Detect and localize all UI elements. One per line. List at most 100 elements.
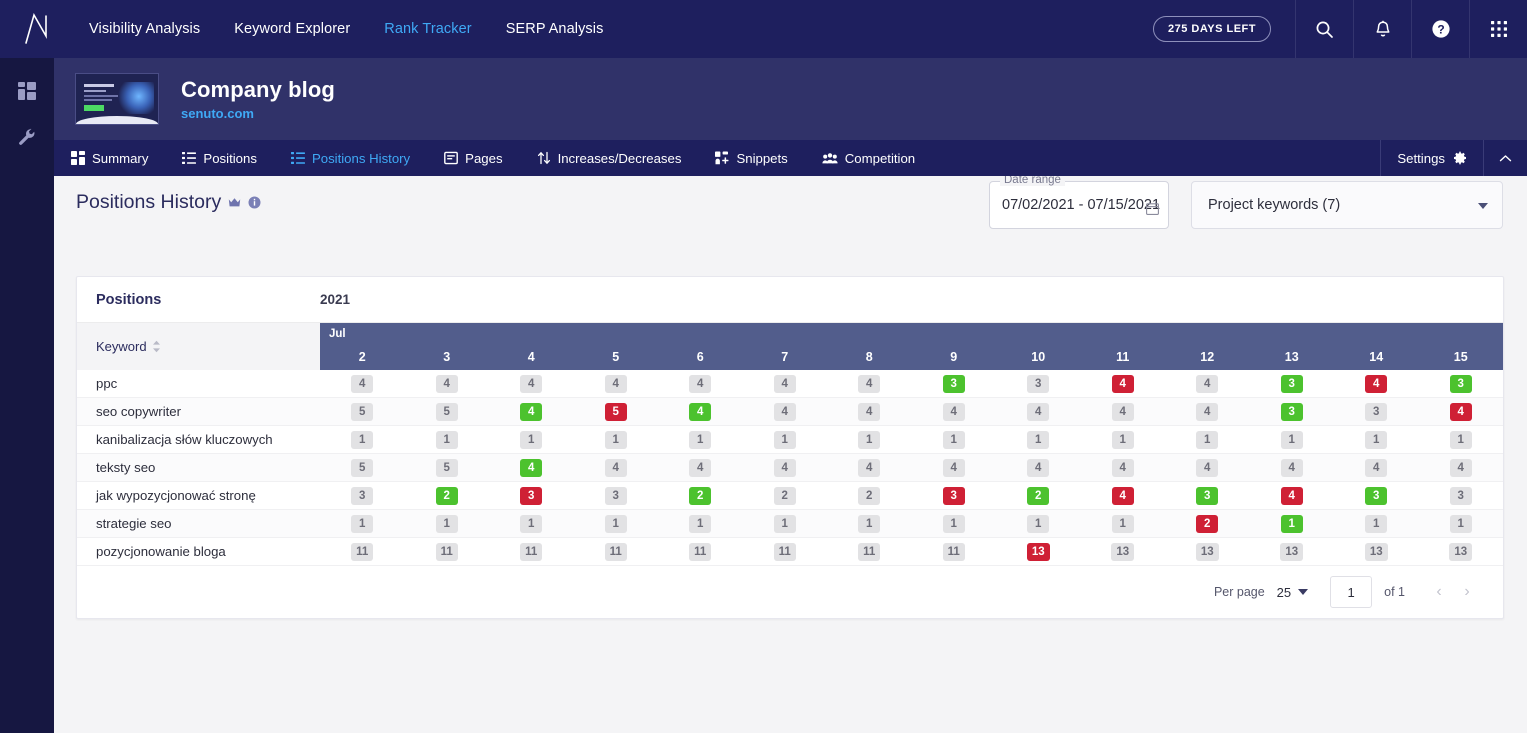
position-cell[interactable]: 2 [996, 482, 1081, 509]
position-cell[interactable]: 5 [574, 398, 659, 425]
position-cell[interactable]: 1 [320, 426, 405, 453]
position-cell[interactable]: 5 [405, 398, 490, 425]
position-cell[interactable]: 11 [489, 538, 574, 565]
position-cell[interactable]: 11 [743, 538, 828, 565]
nav-link-serp-analysis[interactable]: SERP Analysis [489, 0, 621, 58]
position-cell[interactable]: 4 [1334, 370, 1419, 397]
position-cell[interactable]: 4 [827, 398, 912, 425]
position-cell[interactable]: 4 [1165, 454, 1250, 481]
table-row[interactable]: teksty seo 5 5 4 4 4 4 4 4 4 4 4 4 4 4 [77, 454, 1503, 482]
position-cell[interactable]: 4 [658, 370, 743, 397]
table-row[interactable]: kanibalizacja słów kluczowych 1 1 1 1 1 1 1 1 1 1 1… [77, 426, 1503, 454]
search-button[interactable] [1295, 0, 1353, 58]
position-cell[interactable]: 1 [827, 510, 912, 537]
tab-summary[interactable]: Summary [54, 140, 165, 176]
position-cell[interactable]: 3 [1250, 370, 1335, 397]
position-cell[interactable]: 1 [1334, 510, 1419, 537]
table-row[interactable]: seo copywriter 5 5 4 5 4 4 4 4 4 4 4 3 3 4 [77, 398, 1503, 426]
position-cell[interactable]: 1 [658, 426, 743, 453]
position-cell[interactable]: 4 [1419, 398, 1504, 425]
position-cell[interactable]: 13 [1419, 538, 1504, 565]
date-range-picker[interactable]: Date range 07/02/2021 - 07/15/2021 [989, 176, 1169, 229]
position-cell[interactable]: 1 [489, 510, 574, 537]
position-cell[interactable]: 5 [405, 454, 490, 481]
position-cell[interactable]: 1 [996, 426, 1081, 453]
apps-button[interactable] [1469, 0, 1527, 58]
position-cell[interactable]: 4 [1250, 482, 1335, 509]
position-cell[interactable]: 4 [405, 370, 490, 397]
position-cell[interactable]: 4 [658, 398, 743, 425]
position-cell[interactable]: 4 [1165, 398, 1250, 425]
position-cell[interactable]: 3 [996, 370, 1081, 397]
position-cell[interactable]: 2 [405, 482, 490, 509]
position-cell[interactable]: 1 [912, 510, 997, 537]
position-cell[interactable]: 4 [658, 454, 743, 481]
position-cell[interactable]: 1 [996, 510, 1081, 537]
position-cell[interactable]: 13 [996, 538, 1081, 565]
position-cell[interactable]: 11 [320, 538, 405, 565]
help-button[interactable]: ? [1411, 0, 1469, 58]
nav-link-keyword-explorer[interactable]: Keyword Explorer [217, 0, 367, 58]
position-cell[interactable]: 1 [1250, 510, 1335, 537]
table-row[interactable]: ppc 4 4 4 4 4 4 4 3 3 4 4 3 4 3 [77, 370, 1503, 398]
position-cell[interactable]: 1 [405, 510, 490, 537]
position-cell[interactable]: 4 [743, 370, 828, 397]
position-cell[interactable]: 1 [574, 426, 659, 453]
position-cell[interactable]: 11 [658, 538, 743, 565]
tab-pages[interactable]: Pages [427, 140, 519, 176]
keyword-group-select[interactable]: Project keywords (7) [1191, 181, 1503, 229]
position-cell[interactable]: 4 [996, 398, 1081, 425]
position-cell[interactable]: 1 [320, 510, 405, 537]
notifications-button[interactable] [1353, 0, 1411, 58]
position-cell[interactable]: 3 [1419, 370, 1504, 397]
senuto-logo[interactable] [0, 0, 72, 58]
position-cell[interactable]: 3 [1250, 398, 1335, 425]
position-cell[interactable]: 11 [912, 538, 997, 565]
tab-increases-decreases[interactable]: Increases/Decreases [520, 140, 699, 176]
project-domain-link[interactable]: senuto.com [181, 106, 335, 121]
position-cell[interactable]: 1 [743, 510, 828, 537]
position-cell[interactable]: 13 [1334, 538, 1419, 565]
position-cell[interactable]: 4 [743, 454, 828, 481]
position-cell[interactable]: 4 [489, 454, 574, 481]
sort-icon[interactable] [152, 340, 161, 353]
position-cell[interactable]: 1 [912, 426, 997, 453]
position-cell[interactable]: 1 [489, 426, 574, 453]
position-cell[interactable]: 11 [574, 538, 659, 565]
position-cell[interactable]: 4 [912, 454, 997, 481]
position-cell[interactable]: 3 [1334, 482, 1419, 509]
position-cell[interactable]: 5 [320, 454, 405, 481]
tab-competition[interactable]: Competition [805, 140, 932, 176]
position-cell[interactable]: 4 [827, 370, 912, 397]
position-cell[interactable]: 1 [1081, 426, 1166, 453]
position-cell[interactable]: 1 [827, 426, 912, 453]
settings-button[interactable]: Settings [1380, 140, 1483, 176]
position-cell[interactable]: 13 [1250, 538, 1335, 565]
position-cell[interactable]: 2 [658, 482, 743, 509]
calendar-icon[interactable] [1146, 202, 1159, 215]
position-cell[interactable]: 5 [320, 398, 405, 425]
position-cell[interactable]: 2 [743, 482, 828, 509]
sidebar-item-tools[interactable] [0, 114, 54, 160]
nav-link-visibility-analysis[interactable]: Visibility Analysis [72, 0, 217, 58]
position-cell[interactable]: 1 [405, 426, 490, 453]
position-cell[interactable]: 4 [1165, 370, 1250, 397]
position-cell[interactable]: 3 [1165, 482, 1250, 509]
position-cell[interactable]: 3 [489, 482, 574, 509]
position-cell[interactable]: 2 [1165, 510, 1250, 537]
per-page-chevron-down-icon[interactable] [1298, 589, 1309, 595]
collapse-button[interactable] [1483, 140, 1527, 176]
position-cell[interactable]: 4 [320, 370, 405, 397]
nav-link-rank-tracker[interactable]: Rank Tracker [367, 0, 488, 58]
position-cell[interactable]: 4 [1081, 482, 1166, 509]
position-cell[interactable]: 11 [827, 538, 912, 565]
keyword-column-header[interactable]: Keyword [77, 323, 320, 370]
position-cell[interactable]: 4 [1419, 454, 1504, 481]
position-cell[interactable]: 3 [1419, 482, 1504, 509]
table-row[interactable]: pozycjonowanie bloga 11 11 11 11 11 11 11 11 13 13… [77, 538, 1503, 566]
position-cell[interactable]: 1 [574, 510, 659, 537]
position-cell[interactable]: 13 [1081, 538, 1166, 565]
position-cell[interactable]: 1 [658, 510, 743, 537]
position-cell[interactable]: 3 [912, 482, 997, 509]
position-cell[interactable]: 4 [912, 398, 997, 425]
